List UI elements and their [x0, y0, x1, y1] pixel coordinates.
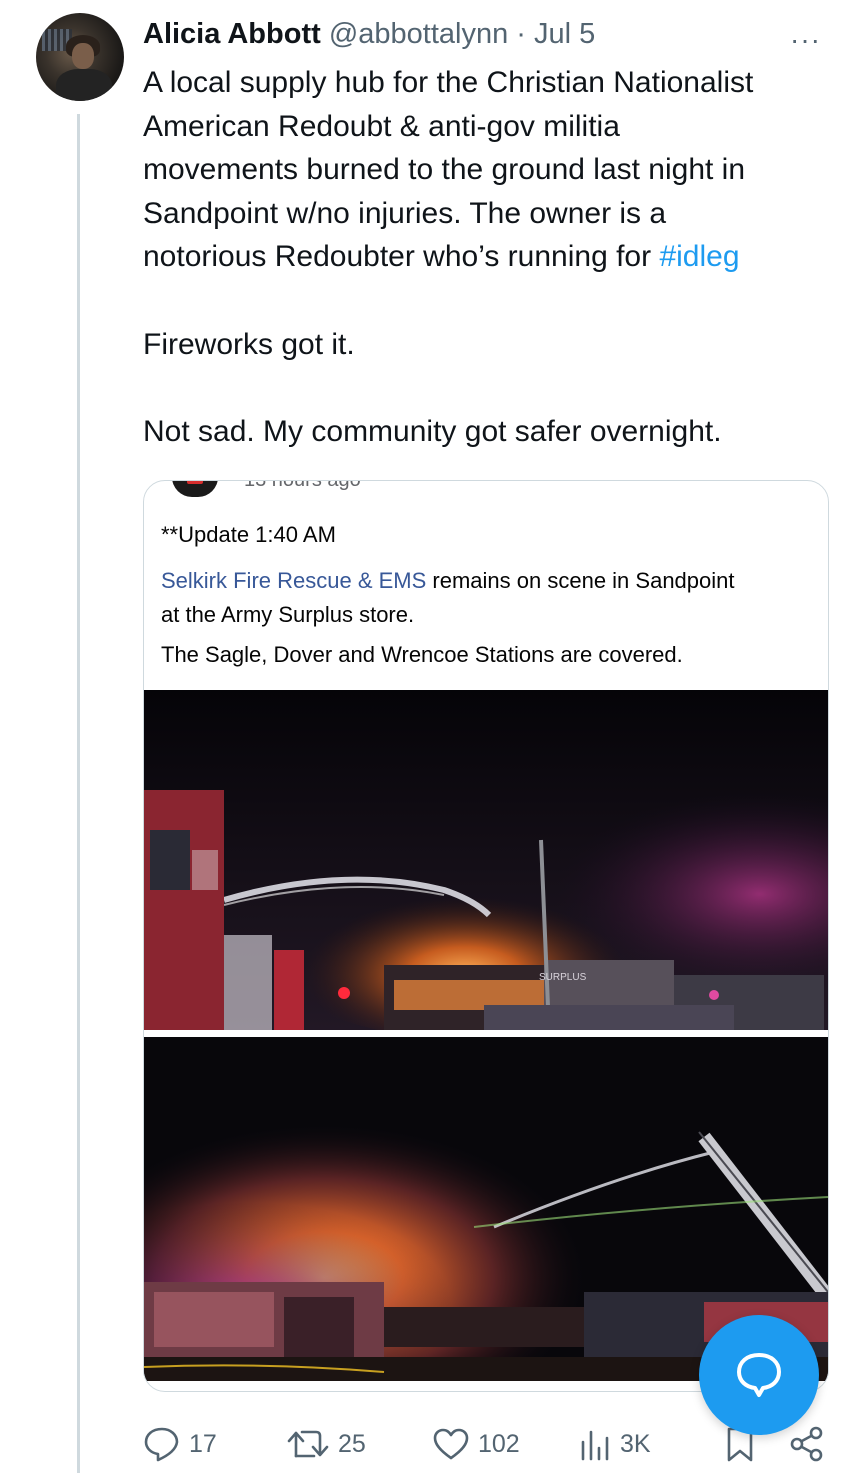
like-count: 102 — [478, 1429, 520, 1458]
tweet-header: Alicia Abbott @abbottalynn · Jul 5 — [143, 16, 595, 52]
heart-icon — [433, 1428, 469, 1460]
embedded-body-line3: The Sagle, Dover and Wrencoe Stations ar… — [161, 642, 683, 667]
repost-icon — [287, 1430, 329, 1458]
embedded-body-rest: remains on scene in Sandpoint — [426, 568, 735, 593]
tweet-paragraph-2: Fireworks got it. — [143, 327, 355, 361]
media-card[interactable]: 13 hours ago **Update 1:40 AM Selkirk Fi… — [143, 480, 829, 1392]
header-separator: · — [516, 18, 526, 50]
fire-photo-top: SURPLUS — [144, 690, 828, 1030]
tweet-line: movements burned to the ground last nigh… — [143, 153, 746, 187]
embedded-org-link: Selkirk Fire Rescue & EMS — [161, 568, 427, 593]
author-name[interactable]: Alicia Abbott — [143, 18, 321, 50]
fire-department-logo-icon — [172, 481, 218, 497]
photo-divider — [144, 1030, 828, 1037]
embedded-update-title: **Update 1:40 AM — [161, 522, 336, 547]
chat-bubble-icon — [737, 1353, 781, 1397]
thread-line — [77, 114, 80, 1473]
views-chart-icon — [581, 1430, 609, 1461]
tweet-text: A local supply hub for the Christian Nat… — [143, 61, 843, 453]
fire-scene-top: SURPLUS — [144, 690, 828, 1030]
more-options-icon[interactable]: ··· — [790, 26, 821, 54]
share-icon — [790, 1426, 823, 1462]
views-count: 3K — [620, 1429, 651, 1458]
tweet-paragraph-3: Not sad. My community got safer overnigh… — [143, 414, 722, 448]
views-action[interactable]: 3K — [578, 1422, 651, 1466]
embedded-body-line2: at the Army Surplus store. — [161, 602, 415, 627]
tweet-line: American Redoubt & anti-gov militia — [143, 109, 620, 143]
tweet-line-with-hashtag: notorious Redoubter who’s running for #i… — [143, 235, 843, 279]
embedded-time-ago: 13 hours ago — [244, 480, 361, 491]
reply-icon — [144, 1427, 179, 1462]
avatar-face — [72, 43, 94, 69]
avatar-body — [56, 69, 112, 101]
compose-message-button[interactable] — [699, 1315, 819, 1435]
photo-sign-text: SURPLUS — [539, 972, 587, 983]
reply-action[interactable]: 17 — [143, 1422, 217, 1466]
repost-action[interactable]: 25 — [286, 1422, 366, 1466]
hashtag-link[interactable]: #idleg — [659, 240, 739, 273]
author-avatar[interactable] — [36, 13, 124, 101]
embedded-body: Selkirk Fire Rescue & EMS remains on sce… — [161, 564, 811, 632]
tweet-line: A local supply hub for the Christian Nat… — [143, 66, 754, 99]
share-action[interactable] — [789, 1422, 825, 1466]
tweet-line: notorious Redoubter who’s running for — [143, 240, 652, 274]
tweet-line: Sandpoint w/no injuries. The owner is a — [143, 196, 667, 230]
like-action[interactable]: 102 — [432, 1422, 520, 1466]
reply-count: 17 — [189, 1429, 217, 1458]
repost-count: 25 — [338, 1429, 366, 1458]
author-handle[interactable]: @abbottalynn — [329, 18, 508, 50]
tweet-date[interactable]: Jul 5 — [534, 18, 595, 50]
